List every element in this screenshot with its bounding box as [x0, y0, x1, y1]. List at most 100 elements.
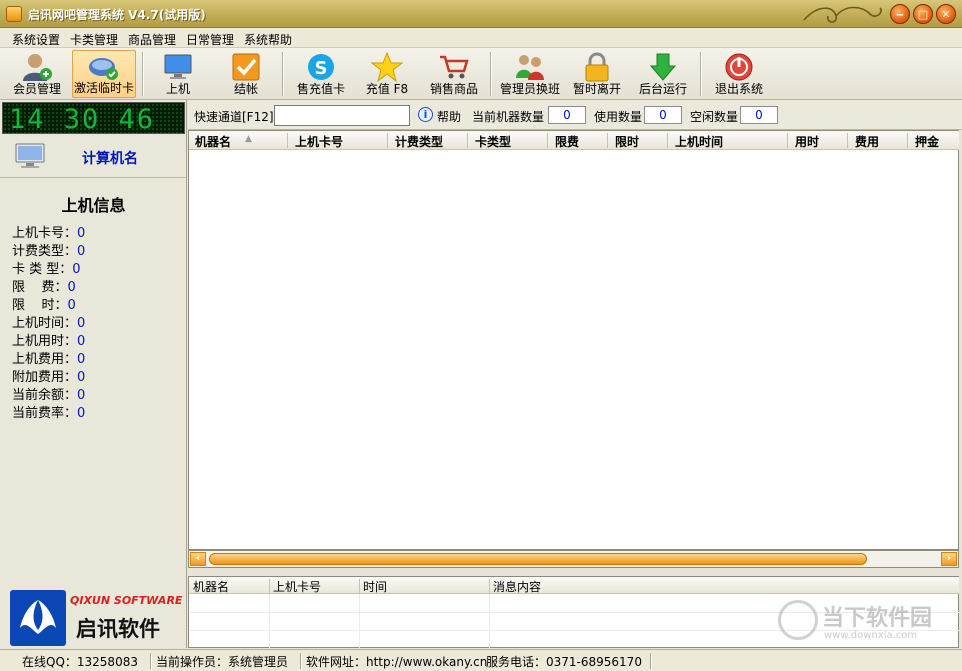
maximize-icon: □	[917, 7, 929, 21]
column-fee-limit[interactable]: 限费	[555, 133, 579, 150]
grid-header: 机器名 ▲ 上机卡号 计费类型 卡类型 限费 限时 上机时间 用时 费用 押金	[189, 131, 959, 150]
svg-text:S: S	[315, 58, 328, 79]
column-card-type[interactable]: 卡类型	[475, 133, 511, 150]
lock-icon	[585, 52, 609, 82]
window-title: 启讯网吧管理系统 V4.7(试用版)	[28, 8, 206, 22]
activate-temp-card-button[interactable]: 激活临时卡	[72, 50, 136, 98]
menu-system-settings[interactable]: 系统设置	[12, 31, 60, 48]
msg-column-card[interactable]: 上机卡号	[273, 578, 321, 595]
menu-system-help[interactable]: 系统帮助	[244, 31, 292, 48]
exit-icon	[725, 53, 753, 81]
col-line	[489, 594, 490, 648]
temporary-leave-button[interactable]: 暂时离开	[568, 50, 626, 98]
info-row: 上机用时：0	[12, 334, 86, 349]
machine-grid[interactable]: 机器名 ▲ 上机卡号 计费类型 卡类型 限费 限时 上机时间 用时 费用 押金	[188, 130, 959, 550]
recharge-button[interactable]: 充值 F8	[360, 50, 414, 98]
left-panel: 14 30 46 计算机名 上机信息 上机卡号：0 计费类型：0 卡 类 型：0…	[0, 100, 187, 648]
column-divider	[607, 133, 608, 148]
current-machines-label: 当前机器数量	[472, 110, 545, 124]
star-icon	[371, 52, 403, 82]
info-row: 上机费用：0	[12, 352, 86, 367]
app-icon	[6, 6, 22, 22]
computer-icon	[15, 143, 45, 168]
menu-daily-management[interactable]: 日常管理	[186, 31, 234, 48]
msg-column-time[interactable]: 时间	[363, 578, 387, 595]
msg-column-content[interactable]: 消息内容	[493, 578, 541, 595]
scroll-thumb[interactable]	[209, 553, 867, 565]
info-row: 计费类型：0	[12, 244, 86, 259]
column-divider	[359, 579, 360, 593]
quick-channel-label: 快速通道[F12]	[194, 110, 274, 124]
close-button[interactable]: ✕	[936, 4, 956, 24]
menu-goods-management[interactable]: 商品管理	[128, 31, 176, 48]
column-divider	[547, 133, 548, 148]
sell-recharge-card-button[interactable]: S 售充值卡	[290, 50, 352, 98]
status-phone: 服务电话：0371-68956170	[486, 655, 642, 669]
info-row: 上机时间：0	[12, 316, 86, 331]
idle-count-label: 空闲数量	[690, 110, 739, 124]
led-clock: 14 30 46	[2, 102, 185, 135]
maximize-button[interactable]: □	[913, 4, 933, 24]
column-cost[interactable]: 费用	[855, 133, 879, 150]
computer-name: 计算机名	[82, 151, 138, 167]
column-time-limit[interactable]: 限时	[615, 133, 639, 150]
col-line	[359, 594, 360, 648]
status-divider	[300, 653, 302, 669]
ornament-icon	[803, 6, 882, 23]
horizontal-scrollbar[interactable]: ‹ ›	[188, 550, 959, 568]
column-divider	[269, 579, 270, 593]
toolbar-separator	[700, 52, 702, 96]
watermark-text: 当下软件园	[822, 606, 933, 631]
used-count-label: 使用数量	[594, 110, 643, 124]
current-machines-value: 0	[548, 106, 586, 124]
column-divider	[787, 133, 788, 148]
sell-goods-button[interactable]: 销售商品	[424, 50, 484, 98]
admin-swap-icon	[516, 55, 544, 80]
column-divider	[467, 133, 468, 148]
brand-logo: QIXUN SOFTWARE 启讯软件	[8, 588, 183, 646]
close-icon: ✕	[941, 7, 951, 21]
info-icon[interactable]: i	[418, 107, 433, 122]
column-divider	[387, 133, 388, 148]
toolbar-separator	[282, 52, 284, 96]
column-duration[interactable]: 用时	[795, 133, 819, 150]
scroll-left-button[interactable]: ‹	[190, 552, 206, 566]
start-session-button[interactable]: 上机	[150, 50, 206, 98]
column-billing-type[interactable]: 计费类型	[395, 133, 443, 150]
help-link[interactable]: 帮助	[437, 108, 461, 125]
exit-system-button[interactable]: 退出系统	[708, 50, 770, 98]
used-count-value: 0	[644, 106, 682, 124]
status-website: 软件网址：http://www.okany.cn	[306, 655, 488, 669]
column-start-time[interactable]: 上机时间	[675, 133, 723, 150]
checkout-icon	[232, 53, 260, 81]
background-run-button[interactable]: 后台运行	[634, 50, 692, 98]
column-deposit[interactable]: 押金	[915, 133, 939, 150]
sort-up-icon: ▲	[245, 134, 252, 144]
checkout-button[interactable]: 结帐	[218, 50, 274, 98]
watermark-url: www.downxia.com	[824, 630, 918, 641]
status-divider	[150, 653, 152, 669]
arrow-down-icon	[649, 53, 677, 81]
menu-card-management[interactable]: 卡类管理	[70, 31, 118, 48]
info-row: 当前余额：0	[12, 388, 86, 403]
column-machine-name[interactable]: 机器名	[195, 133, 231, 150]
member-icon	[23, 54, 52, 81]
column-card-number[interactable]: 上机卡号	[295, 133, 343, 150]
member-management-button[interactable]: 会员管理	[6, 50, 68, 98]
title-bar: 启讯网吧管理系统 V4.7(试用版) ‒ □ ✕	[0, 0, 962, 28]
admin-shift-button[interactable]: 管理员换班	[496, 50, 564, 98]
logo-chinese: 启讯软件	[76, 617, 160, 641]
toolbar-separator	[142, 52, 144, 96]
info-row: 附加费用：0	[12, 370, 86, 385]
quick-channel-bar: 快速通道[F12] i 帮助 当前机器数量 0 使用数量 0 空闲数量 0	[188, 100, 962, 130]
minimize-button[interactable]: ‒	[890, 4, 910, 24]
col-line	[269, 594, 270, 648]
msg-column-machine[interactable]: 机器名	[193, 578, 229, 595]
minimize-icon: ‒	[896, 7, 904, 21]
info-row: 限 时：0	[12, 298, 76, 313]
scroll-right-button[interactable]: ›	[941, 552, 957, 566]
column-divider	[847, 133, 848, 148]
logo-english: QIXUN SOFTWARE	[70, 594, 183, 607]
clock-time: 14 30 46	[9, 104, 156, 135]
quick-channel-input[interactable]	[274, 105, 410, 126]
